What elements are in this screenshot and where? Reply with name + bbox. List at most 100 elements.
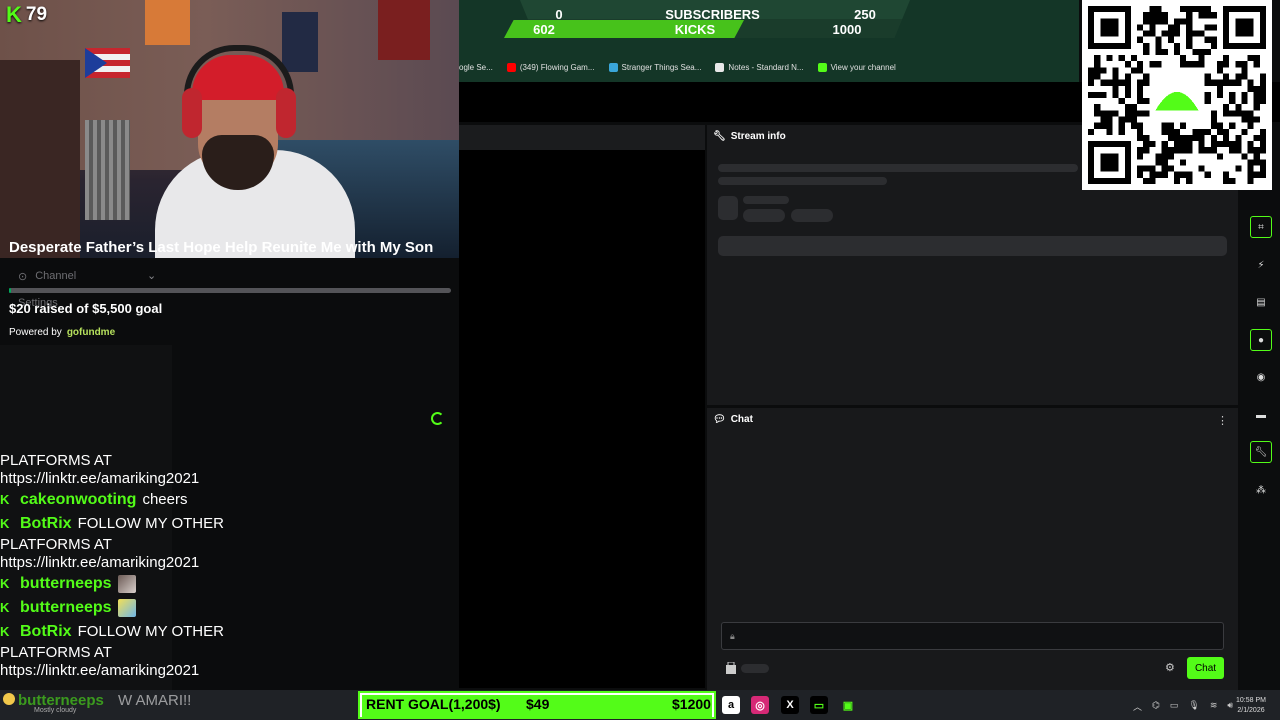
rent-goal-title: RENT GOAL(1,200$): [366, 696, 501, 712]
rail-lightning-icon[interactable]: ⚡︎: [1250, 254, 1272, 276]
radiator: [85, 120, 130, 220]
chat-input[interactable]: [721, 622, 1224, 650]
weather-description: Mostly cloudy: [34, 707, 77, 714]
flag: [85, 48, 130, 78]
bookmark-favicon-icon: [506, 62, 516, 72]
chat-username: BotRix: [20, 623, 72, 640]
skeleton-pill: [743, 209, 785, 222]
system-tray: ︿ ⌬ ▭ 🎙︎ ≋ 🔊︎: [1133, 700, 1233, 713]
poster: [378, 0, 430, 60]
rail-broadcast-icon[interactable]: ◉: [1250, 366, 1272, 388]
headphone-left: [182, 88, 202, 138]
chat-text: FOLLOW MY OTHER: [77, 623, 224, 640]
chat-continuation: PLATFORMS AT: [0, 644, 112, 661]
loading-spinner-icon: [431, 412, 444, 425]
bookmark-item[interactable]: Notes - Standard N...: [715, 62, 804, 72]
dashboard-left-body: [459, 150, 705, 688]
bookmark-favicon-icon: [817, 62, 827, 72]
microphone-icon[interactable]: 🎙︎: [1188, 700, 1199, 713]
channel-icon: ⊙: [18, 271, 28, 283]
powered-by: Powered by gofundme: [9, 327, 116, 338]
poster: [145, 0, 190, 45]
gear-icon[interactable]: ⚙︎: [1165, 661, 1175, 674]
skeleton-line: [718, 177, 887, 185]
kick-logo-icon: K: [0, 624, 10, 639]
instagram-app-icon[interactable]: ◎: [751, 696, 769, 714]
bookmark-item[interactable]: Stranger Things Sea...: [608, 62, 702, 72]
bookmark-label: ogle Se...: [459, 62, 493, 72]
chat-message: Kbutterneeps: [0, 572, 300, 596]
skeleton-pill: [791, 209, 833, 222]
clock-time: 10:58 PM: [1236, 697, 1266, 704]
rail-nodes-icon[interactable]: ⁂: [1250, 479, 1272, 501]
chat-bubble-icon: 💬︎: [713, 414, 726, 425]
chat-text: cheers: [142, 491, 188, 508]
lock-icon: 🔒︎: [730, 631, 735, 641]
chat-continuation: https://linktr.ee/amariking2021: [0, 662, 200, 679]
emote-icon: [117, 599, 136, 617]
network-icon[interactable]: ⌬: [1152, 700, 1160, 713]
clock-date: 2/1/2026: [1237, 707, 1265, 714]
clock[interactable]: 10:58 PM 2/1/2026: [1236, 696, 1266, 716]
chat-continuation: PLATFORMS AT: [0, 452, 112, 469]
chat-username: BotRix: [20, 515, 72, 532]
viewer-count: 79: [25, 4, 48, 25]
send-chat-button[interactable]: Chat: [1187, 657, 1224, 679]
volume-icon[interactable]: 🔊︎: [1227, 700, 1233, 713]
scoreboard-left-bottom: 602: [533, 22, 555, 37]
bookmark-label: View your channel: [830, 62, 896, 72]
rail-fullscreen-icon[interactable]: ⌗: [1250, 216, 1272, 238]
store-icon[interactable]: [726, 661, 736, 674]
bookmark-label: (349) Flowing Gam...: [519, 62, 595, 72]
chevron-up-icon[interactable]: ︿: [1133, 700, 1142, 713]
scoreboard-right-top: 250: [854, 7, 876, 22]
dresser: [0, 60, 80, 258]
scoreboard-kicks-label: KICKS: [674, 22, 716, 37]
terminal-app-icon[interactable]: ▭: [810, 696, 828, 714]
fundraiser-title: Desperate Father’s Last Hope Help Reunit…: [9, 239, 434, 256]
bookmark-label: Stranger Things Sea...: [621, 62, 702, 72]
scoreboard-left-top: 0: [555, 7, 563, 22]
kick-studio-app-icon[interactable]: ▣: [839, 696, 857, 714]
stream-info-header: 🔧︎ Stream info: [713, 131, 786, 142]
chat-overlay: PLATFORMS AT https://linktr.ee/amariking2…: [0, 452, 300, 680]
bookmark-item[interactable]: ogle Se...: [459, 63, 493, 72]
amazon-app-icon[interactable]: a: [722, 696, 740, 714]
display-icon[interactable]: ▭: [1170, 700, 1179, 713]
bookmark-item[interactable]: (349) Flowing Gam...: [506, 62, 595, 72]
rent-goal-target: $1200: [672, 696, 711, 712]
qr-code: [1082, 0, 1272, 190]
bookmark-item[interactable]: View your channel: [817, 62, 896, 72]
wifi-icon[interactable]: ≋: [1210, 700, 1218, 713]
overlay-chat-message: W AMARI!!: [118, 692, 192, 709]
skeleton-avatar: [718, 196, 738, 220]
chat-continuation: https://linktr.ee/amariking2021: [0, 554, 200, 571]
chat-username: butterneeps: [20, 599, 112, 616]
chat-username: butterneeps: [20, 575, 112, 592]
skeleton-line: [743, 196, 789, 204]
ghost-channel-label: ⊙ Channel: [18, 270, 77, 283]
x-app-icon[interactable]: X: [781, 696, 799, 714]
rail-wrench-icon[interactable]: 🔧︎: [1250, 441, 1272, 463]
poster: [282, 12, 318, 72]
wrench-icon: 🔧︎: [713, 131, 726, 142]
rail-document-icon[interactable]: ▤: [1250, 291, 1272, 313]
kick-logo-icon: K: [0, 516, 10, 531]
more-options-icon[interactable]: ⋮: [1217, 414, 1228, 427]
kick-logo-icon: K: [6, 2, 22, 27]
chat-message: K BotRix FOLLOW MY OTHER: [0, 512, 300, 536]
chat-message: Kbutterneeps: [0, 596, 300, 620]
scoreboard-right-bottom: 1000: [832, 22, 862, 37]
headphone-right: [276, 88, 296, 138]
rail-chat-icon[interactable]: ●: [1250, 329, 1272, 351]
rail-printer-icon[interactable]: ▬: [1250, 404, 1272, 426]
chat-header: 💬︎ Chat: [713, 414, 753, 425]
skeleton-line: [741, 664, 769, 673]
fundraiser-progress-fill: [9, 288, 11, 293]
scoreboard-subscribers-label: SUBSCRIBERS: [665, 7, 760, 22]
fundraiser-raised: $20 raised of $5,500 goal: [9, 301, 163, 316]
bookmark-label: Notes - Standard N...: [728, 62, 804, 72]
gofundme-logo: gofundme: [66, 327, 116, 338]
chat-message: Kcakeonwooting cheers: [0, 488, 300, 512]
dashboard-left-header: [459, 125, 705, 150]
